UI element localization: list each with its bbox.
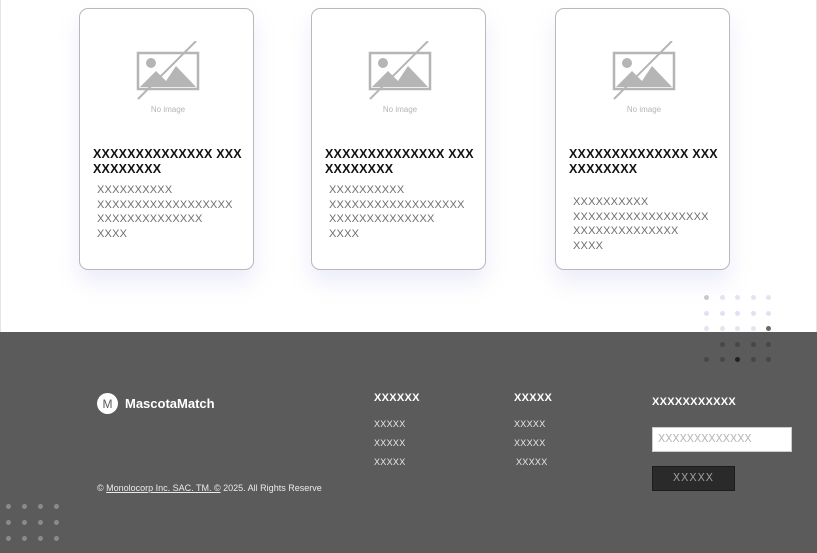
card-description: XXXXXXXXXX XXXXXXXXXXXXXXXXXX XXXXXXXXXX…: [97, 184, 233, 240]
decorative-dot: [719, 326, 725, 331]
newsletter-email-input[interactable]: XXXXXXXXXXXXX: [652, 427, 792, 452]
decorative-dot: [750, 341, 756, 347]
card-title: XXXXXXXXXXXXXX XXXXXXXXXXX: [93, 147, 242, 176]
card-title: XXXXXXXXXXXXXX XXXXXXXXXXX: [325, 147, 474, 176]
decorative-dot: [735, 310, 740, 316]
no-image-icon: No image: [612, 41, 676, 114]
decorative-dot: [22, 520, 27, 525]
card-description: XXXXXXXXXX XXXXXXXXXXXXXXXXXX XXXXXXXXXX…: [573, 196, 709, 252]
footer-column-heading: XXXXXX: [374, 392, 420, 404]
brand-name: MascotaMatch: [125, 396, 215, 411]
company-link[interactable]: Monolocorp Inc. SAC. TM. ©: [106, 483, 221, 493]
decorative-dot: [750, 295, 756, 300]
decorative-dot: [54, 504, 59, 509]
footer-link[interactable]: XXXXX: [516, 457, 548, 467]
decorative-dot: [719, 310, 725, 316]
decorative-dot: [704, 310, 709, 316]
decorative-dot: [719, 295, 725, 300]
decorative-dot: [766, 326, 771, 331]
product-card[interactable]: No image XXXXXXXXXXXXXX XXXXXXXXXXX XXXX…: [79, 8, 254, 270]
decorative-dot: [719, 357, 725, 362]
product-card[interactable]: No image XXXXXXXXXXXXXX XXXXXXXXXXX XXXX…: [311, 8, 486, 270]
decorative-dot: [766, 357, 771, 362]
decorative-dot: [704, 295, 709, 300]
footer-link[interactable]: XXXXX: [374, 457, 406, 467]
decorative-dot: [766, 295, 771, 300]
footer-link[interactable]: XXXXX: [374, 419, 406, 429]
decorative-dot: [704, 326, 709, 331]
decorative-dot: [735, 295, 740, 300]
decorative-dot: [750, 357, 756, 362]
decorative-dot: [719, 341, 725, 347]
decorative-dot: [6, 504, 11, 509]
decorative-dot: [735, 326, 740, 331]
decorative-dot: [38, 536, 43, 541]
decorative-dot: [766, 310, 771, 316]
no-image-icon: No image: [136, 41, 200, 114]
no-image-icon: No image: [368, 41, 432, 114]
decorative-dot: [735, 357, 740, 362]
decorative-dot: [6, 536, 11, 541]
footer-link[interactable]: XXXXX: [514, 419, 546, 429]
no-image-label: No image: [383, 105, 418, 114]
decorative-dot: [54, 520, 59, 525]
decorative-dot: [22, 536, 27, 541]
copyright-text: © Monolocorp Inc. SAC. TM. © 2025. All R…: [97, 483, 322, 493]
footer-link[interactable]: XXXXX: [514, 438, 546, 448]
footer-logo[interactable]: M MascotaMatch: [97, 393, 215, 414]
logo-icon: M: [97, 393, 118, 414]
card-title: XXXXXXXXXXXXXX XXXXXXXXXXX: [569, 147, 718, 176]
decorative-dot: [54, 536, 59, 541]
decorative-dot: [750, 310, 756, 316]
decorative-dot: [38, 520, 43, 525]
footer-link[interactable]: XXXXX: [374, 438, 406, 448]
decorative-dot: [22, 504, 27, 509]
card-description: XXXXXXXXXX XXXXXXXXXXXXXXXXXX XXXXXXXXXX…: [329, 184, 465, 240]
decorative-dot: [735, 341, 740, 347]
newsletter-heading: XXXXXXXXXXX: [652, 396, 737, 408]
decorative-dot: [704, 357, 709, 362]
no-image-label: No image: [627, 105, 662, 114]
decorative-dot: [750, 326, 756, 331]
product-card[interactable]: No image XXXXXXXXXXXXXX XXXXXXXXXXX XXXX…: [555, 8, 730, 270]
newsletter-submit-button[interactable]: XXXXX: [652, 466, 735, 491]
decorative-dot: [6, 520, 11, 525]
footer-column-heading: XXXXX: [514, 392, 553, 404]
decorative-dot: [38, 504, 43, 509]
no-image-label: No image: [151, 105, 186, 114]
decorative-dot: [766, 341, 771, 347]
